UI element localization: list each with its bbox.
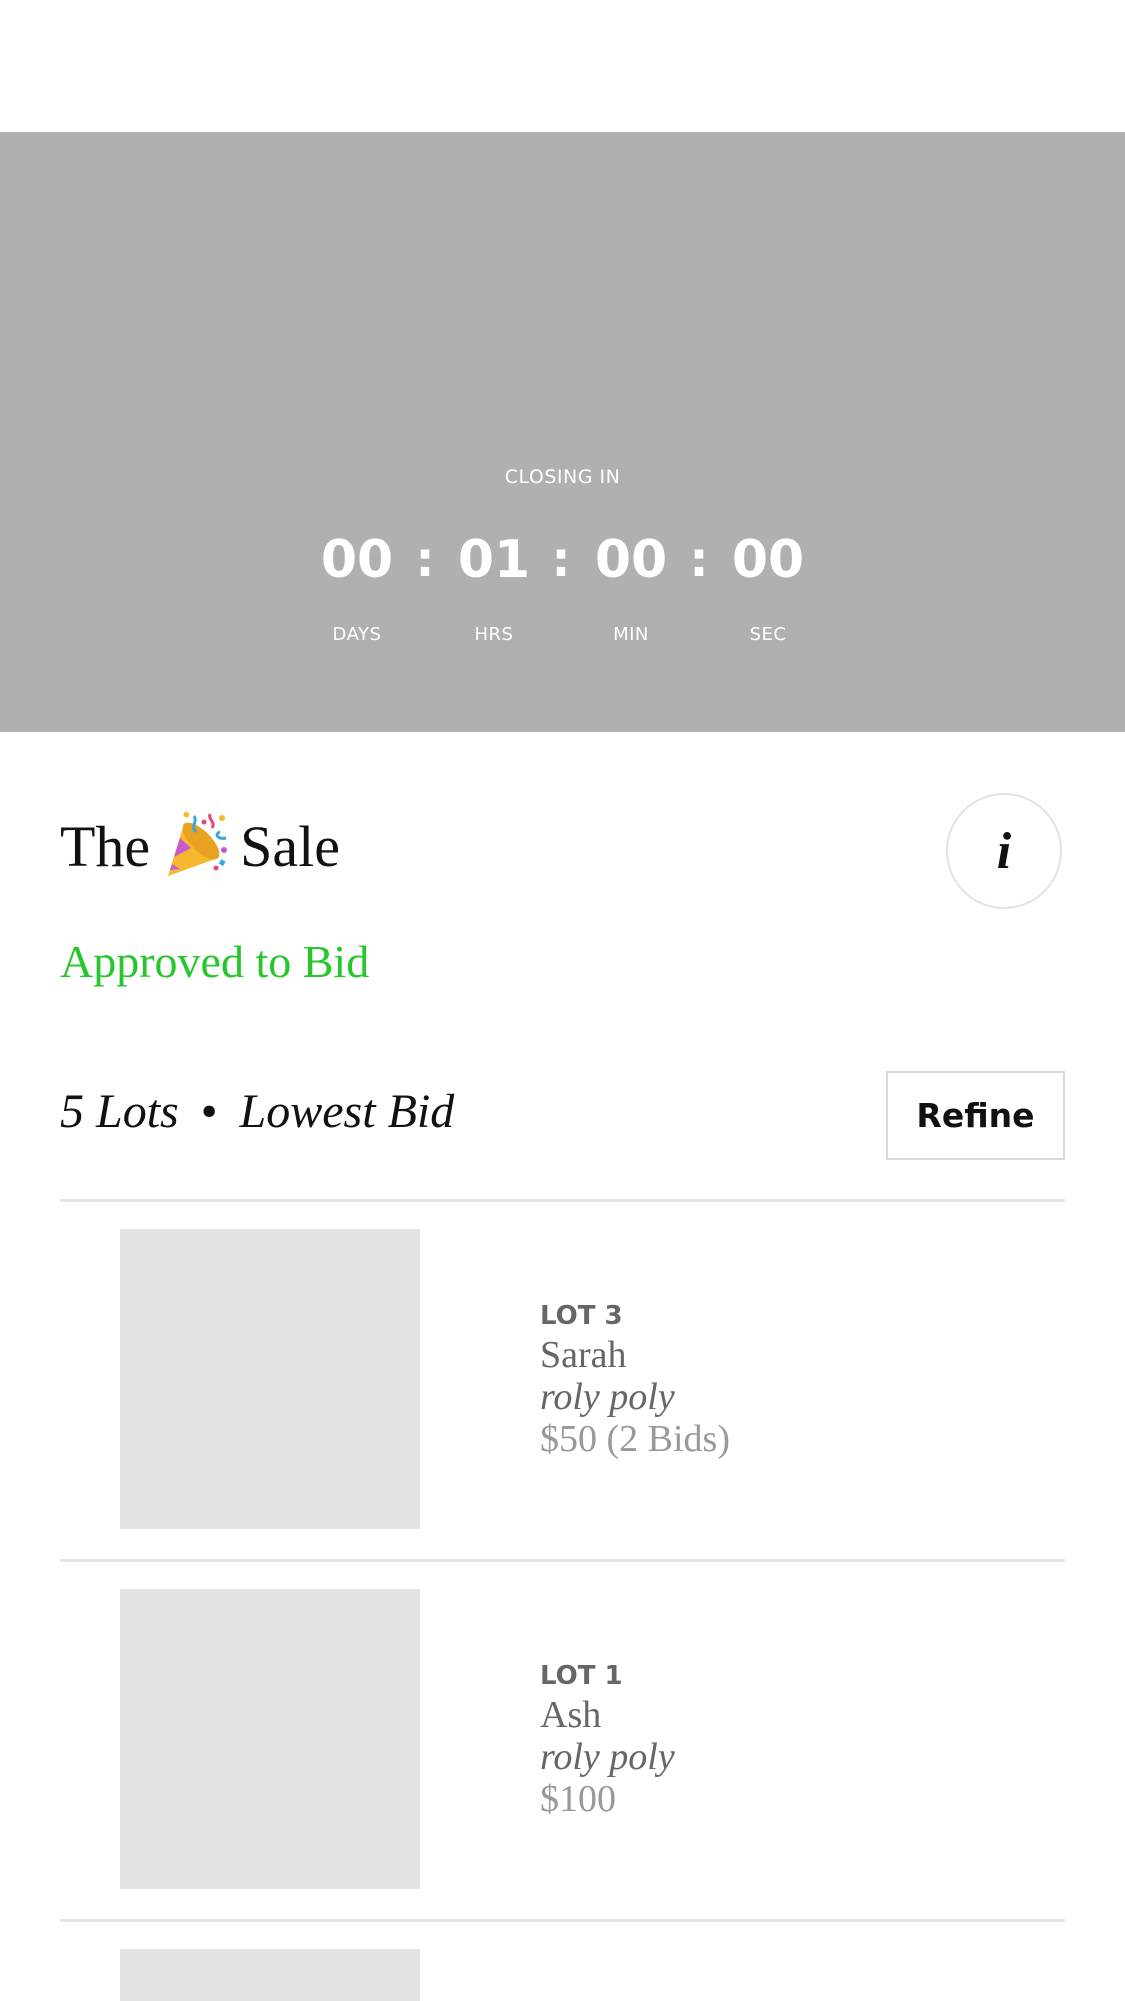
divider: [60, 1559, 1065, 1562]
countdown-minutes: 00 MIN: [561, 524, 701, 645]
lot-title: roly poly: [540, 1736, 675, 1778]
lots-summary: 5 Lots • Lowest Bid: [60, 1082, 454, 1142]
lot-artwork-thumbnail[interactable]: [120, 1589, 420, 1889]
lot-count: 5 Lots: [60, 1085, 179, 1138]
lot-artist: Sarah: [540, 1334, 627, 1376]
countdown-hours: 01 HRS: [424, 524, 564, 645]
countdown-days-label: DAYS: [332, 624, 382, 645]
countdown-heading: CLOSING IN: [504, 466, 621, 488]
countdown-minutes-value: 00: [594, 530, 668, 590]
lot-artwork-thumbnail[interactable]: [120, 1949, 420, 2001]
countdown-minutes-label: MIN: [613, 624, 649, 645]
lot-price: $50 (2 Bids): [540, 1418, 730, 1460]
divider: [60, 1919, 1065, 1922]
lot-details: LOT 3 Sarah roly poly $50 (2 Bids): [540, 1298, 1040, 1460]
countdown-days: 00 DAYS: [287, 524, 427, 645]
lot-artist: Ash: [540, 1694, 602, 1736]
countdown-days-value: 00: [320, 530, 394, 590]
countdown-seconds-value: 00: [731, 530, 805, 590]
refine-button[interactable]: Refine: [886, 1071, 1065, 1160]
lot-number: LOT 1: [540, 1661, 623, 1691]
divider: [60, 1199, 1065, 1202]
info-icon: i: [996, 822, 1012, 880]
countdown-seconds: 00 SEC: [698, 524, 838, 645]
lot-price: $100: [540, 1778, 616, 1820]
bid-approval-status: Approved to Bid: [60, 936, 370, 987]
lot-title: roly poly: [540, 1376, 675, 1418]
sale-hero-banner: CLOSING IN 00 DAYS : 01 HRS : 00 MIN : 0…: [0, 132, 1125, 732]
sale-title-suffix: Sale: [240, 814, 341, 879]
top-bar: [0, 0, 1125, 132]
sale-title-prefix: The: [60, 814, 151, 879]
sale-title: The Sale: [60, 806, 340, 888]
sale-info-button[interactable]: i: [946, 793, 1062, 909]
separator-dot: •: [200, 1085, 218, 1138]
sort-order: Lowest Bid: [239, 1085, 455, 1138]
countdown-hours-label: HRS: [474, 624, 514, 645]
countdown-hours-value: 01: [457, 530, 531, 590]
lot-details: LOT 1 Ash roly poly $100: [540, 1658, 1040, 1820]
party-popper-icon: [160, 810, 230, 880]
lot-artwork-thumbnail[interactable]: [120, 1229, 420, 1529]
lot-number: LOT 3: [540, 1301, 623, 1331]
countdown-seconds-label: SEC: [749, 624, 787, 645]
